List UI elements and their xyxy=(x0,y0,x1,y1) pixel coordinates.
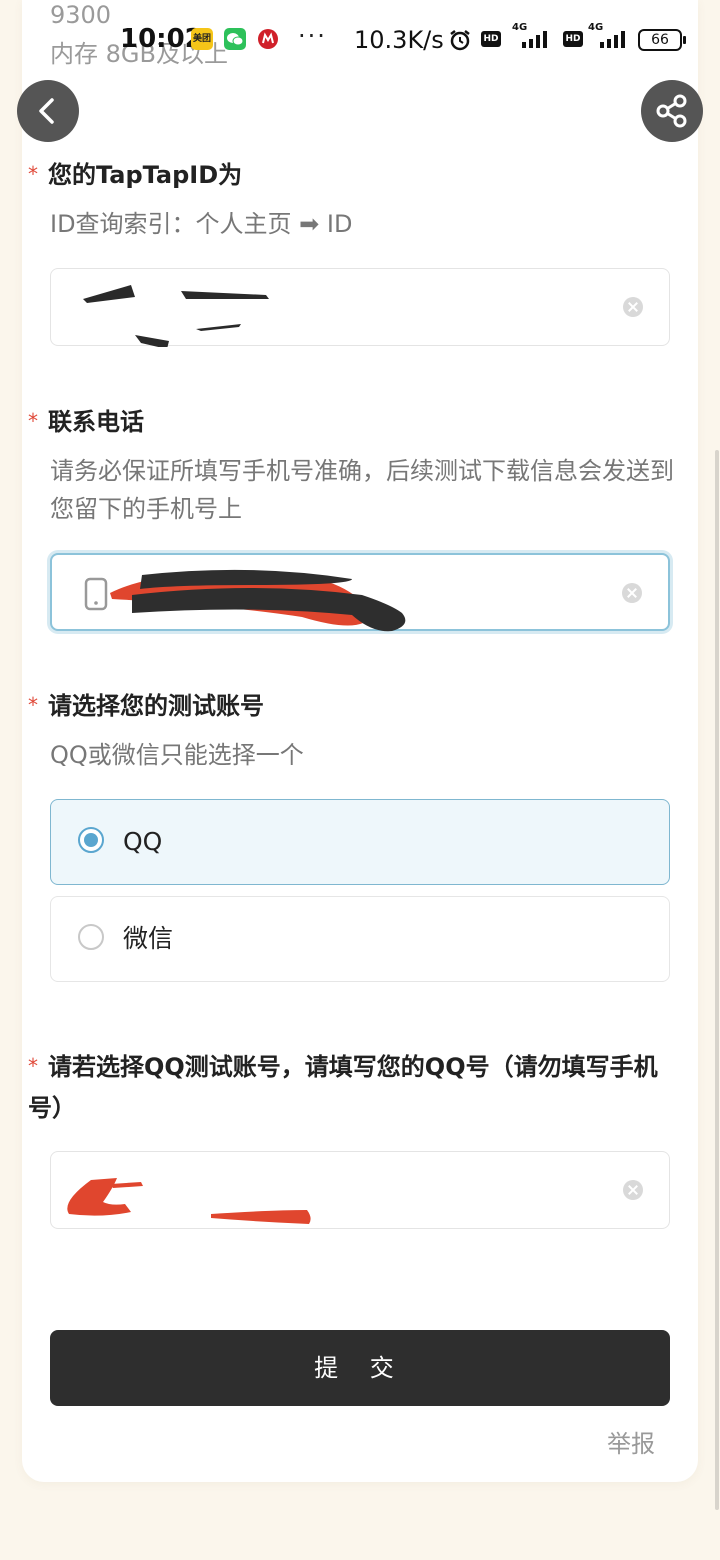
hd-badge-1: HD xyxy=(481,31,501,47)
radio-wechat[interactable] xyxy=(78,924,104,950)
redaction-scribble xyxy=(67,1178,311,1224)
required-mark: * xyxy=(28,693,38,717)
radio-qq[interactable] xyxy=(78,827,104,853)
battery-icon: 66 xyxy=(638,29,686,51)
clear-icon[interactable] xyxy=(623,1180,643,1200)
option-qq[interactable]: QQ xyxy=(50,799,670,885)
required-mark: * xyxy=(28,409,38,433)
account-type-hint: QQ或微信只能选择一个 xyxy=(50,741,304,769)
status-more-dots: ··· xyxy=(298,22,327,50)
account-type-label: * 请选择您的测试账号 xyxy=(28,692,264,720)
phone-hint: 请务必保证所填写手机号准确，后续测试下载信息会发送到您留下的手机号上 xyxy=(50,457,674,523)
phone-input[interactable] xyxy=(50,553,670,632)
redaction-scribble xyxy=(110,569,406,632)
redaction-scribble xyxy=(83,285,269,347)
option-qq-label: QQ xyxy=(123,827,163,856)
wechat-icon xyxy=(224,28,246,50)
scrollbar[interactable] xyxy=(715,450,719,1510)
back-button[interactable] xyxy=(17,80,79,142)
chevron-left-icon xyxy=(39,98,54,124)
clear-icon[interactable] xyxy=(622,583,642,603)
status-net-speed: 10.3K/s xyxy=(354,26,444,54)
share-icon xyxy=(656,94,687,128)
taptap-id-label: * 您的TapTapID为 xyxy=(28,161,243,189)
phone-label: * 联系电话 xyxy=(28,408,144,436)
required-mark: * xyxy=(28,1054,38,1078)
required-mark: * xyxy=(28,162,38,186)
alarm-icon xyxy=(448,28,470,51)
taptap-id-hint: ID查询索引：个人主页 ➡ ID xyxy=(50,210,353,238)
qq-number-input[interactable] xyxy=(50,1151,670,1229)
meituan-icon: 美团 xyxy=(191,28,213,50)
signal-bars-icon-2 xyxy=(600,31,625,48)
bank-icon xyxy=(257,28,279,50)
signal-bars-icon-1 xyxy=(522,31,547,48)
hd-badge-2: HD xyxy=(563,31,583,47)
taptap-id-input[interactable] xyxy=(50,268,670,347)
status-bar: 10:02 美团 ··· 10.3K/s HD 4G HD 4G 66 xyxy=(0,0,720,80)
qq-number-label: * 请若选择QQ测试账号，请填写您的QQ号（请勿填写手机号） xyxy=(28,1053,658,1122)
clear-icon[interactable] xyxy=(623,297,643,317)
report-link[interactable]: 举报 xyxy=(607,1426,655,1462)
submit-button[interactable]: 提 交 xyxy=(50,1330,670,1406)
share-button[interactable] xyxy=(641,80,703,142)
option-wechat[interactable]: 微信 xyxy=(50,896,670,982)
option-wechat-label: 微信 xyxy=(123,924,174,953)
